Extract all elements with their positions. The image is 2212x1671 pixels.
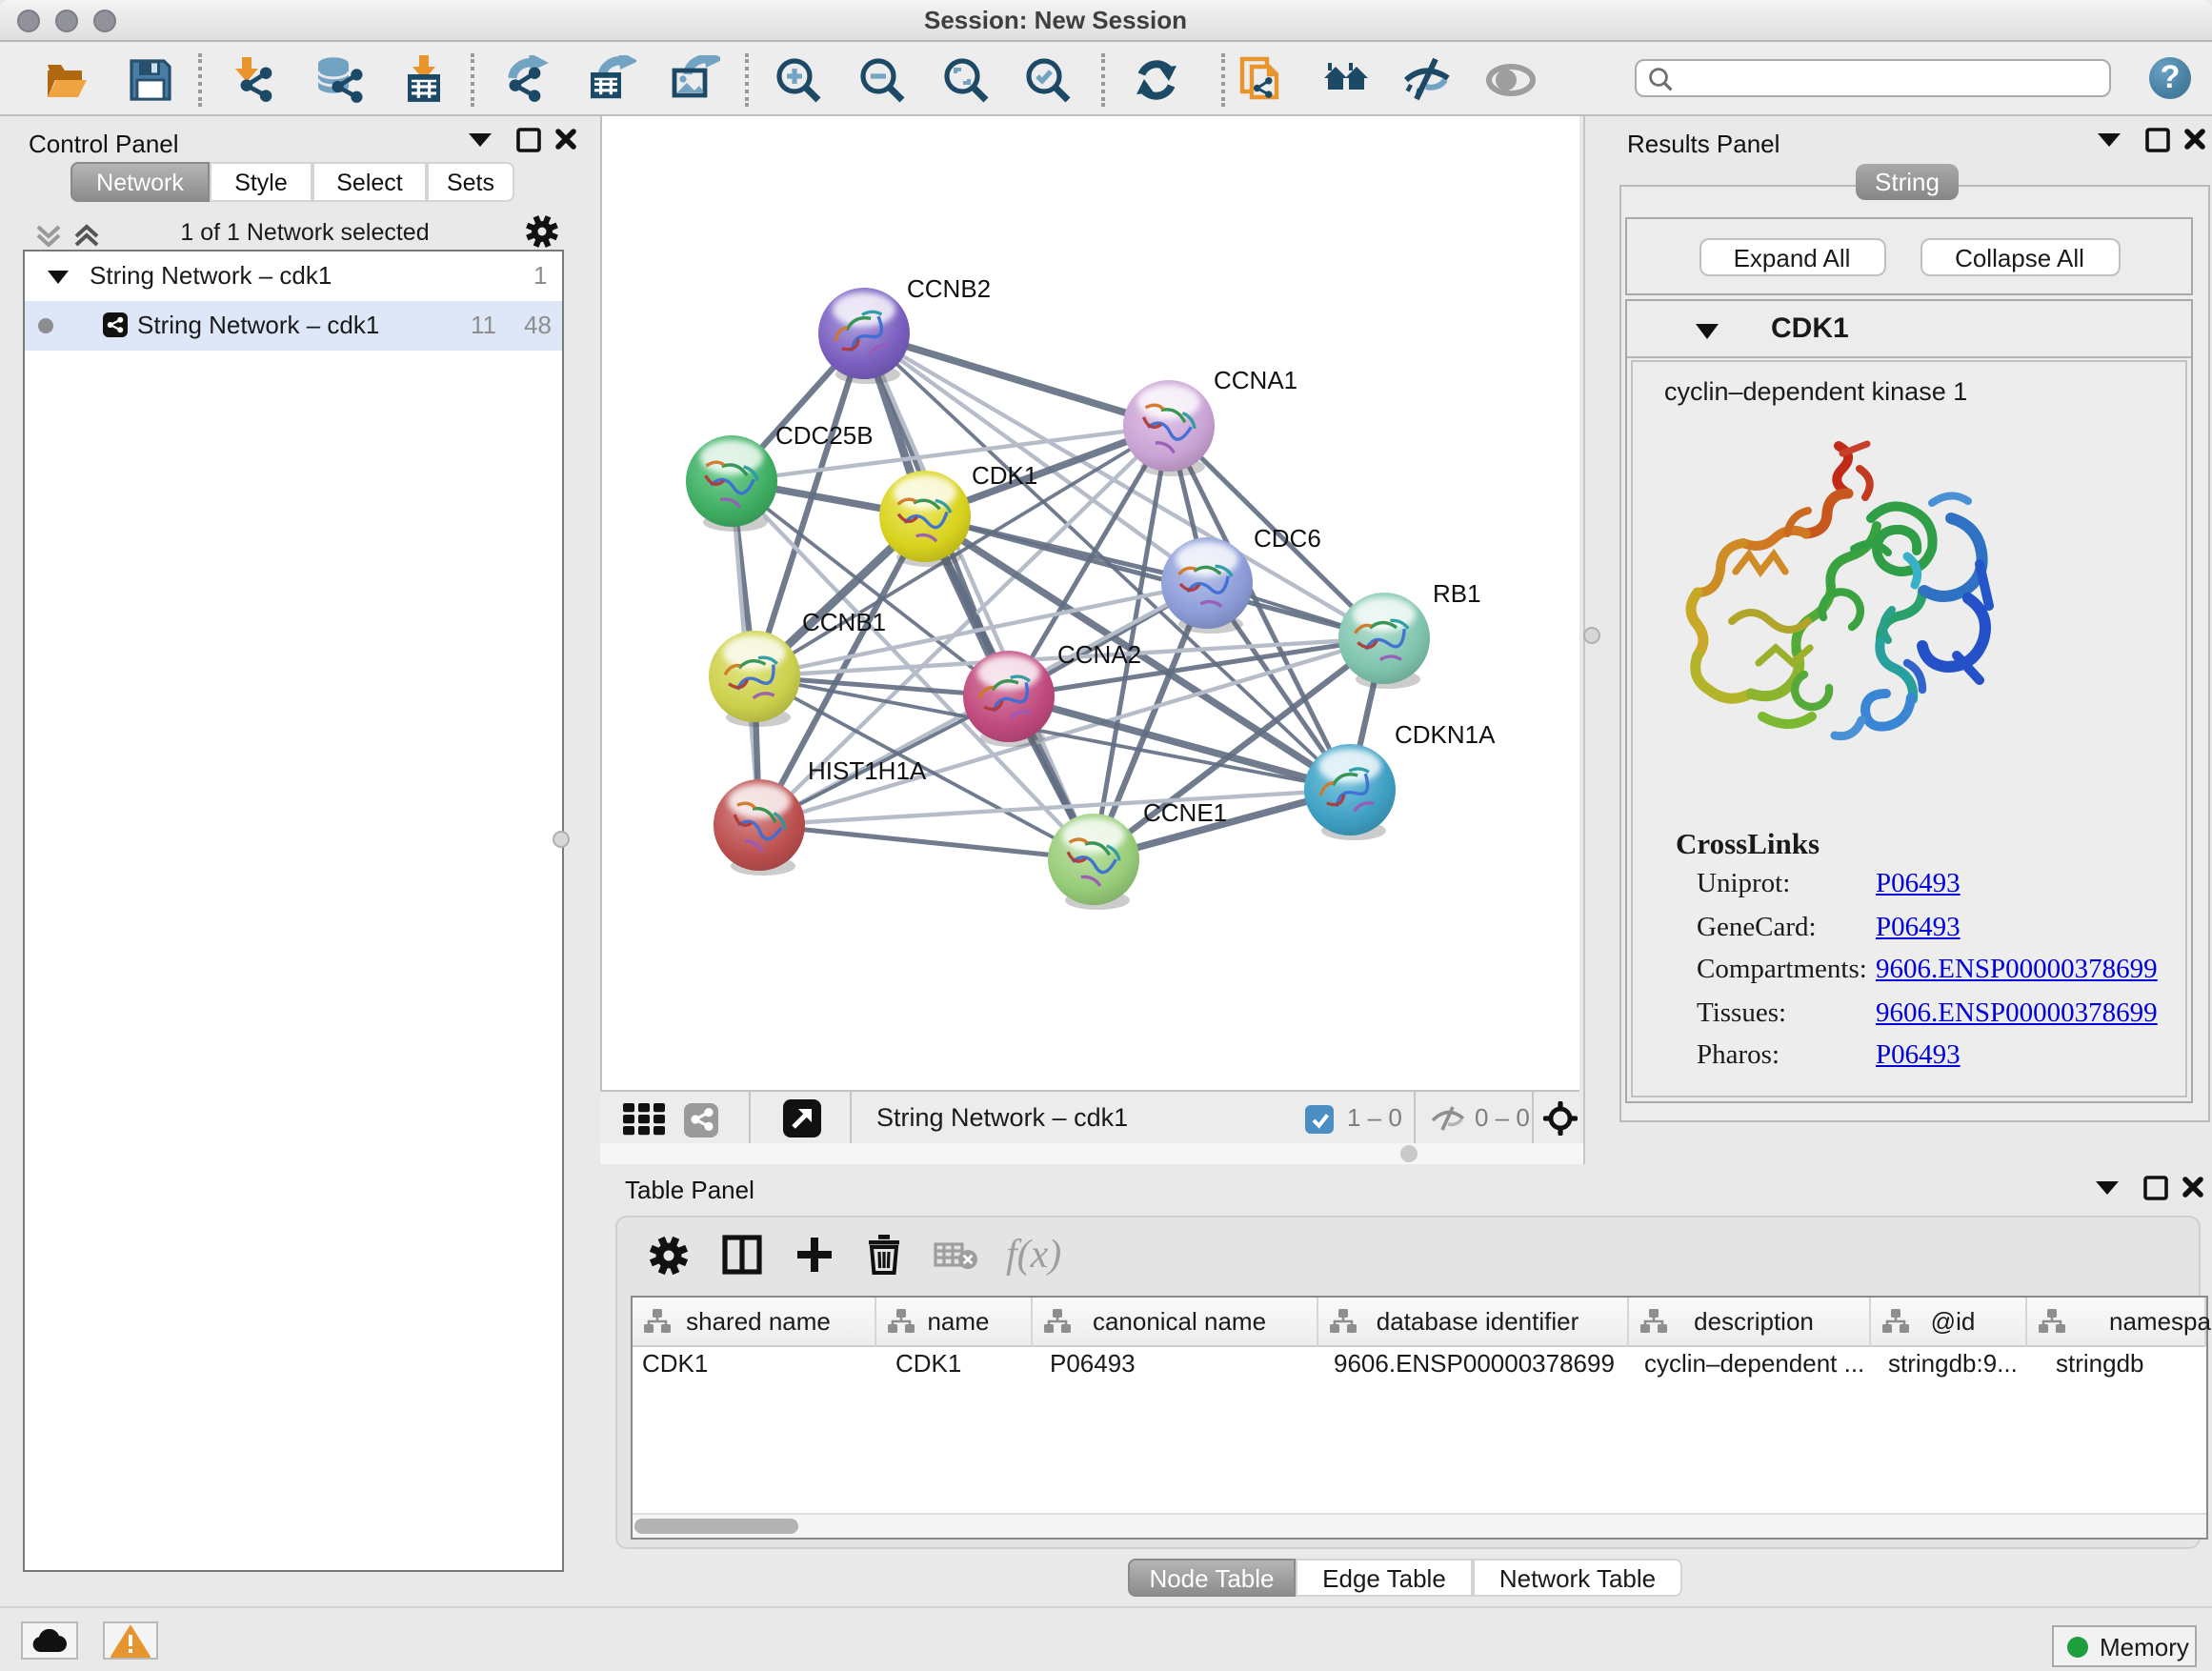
svg-text:CCNA1: CCNA1 [1214, 366, 1297, 394]
svg-text:CDC6: CDC6 [1254, 524, 1321, 553]
svg-text:CCNB2: CCNB2 [907, 274, 991, 303]
svg-text:RB1: RB1 [1433, 579, 1481, 608]
svg-text:CCNB1: CCNB1 [802, 608, 886, 636]
svg-text:CDK1: CDK1 [972, 461, 1037, 490]
svg-text:CDKN1A: CDKN1A [1395, 720, 1496, 749]
svg-text:HIST1H1A: HIST1H1A [808, 756, 927, 785]
svg-text:CCNE1: CCNE1 [1143, 798, 1227, 827]
svg-text:CDC25B: CDC25B [775, 421, 874, 450]
svg-text:CCNA2: CCNA2 [1057, 640, 1141, 669]
